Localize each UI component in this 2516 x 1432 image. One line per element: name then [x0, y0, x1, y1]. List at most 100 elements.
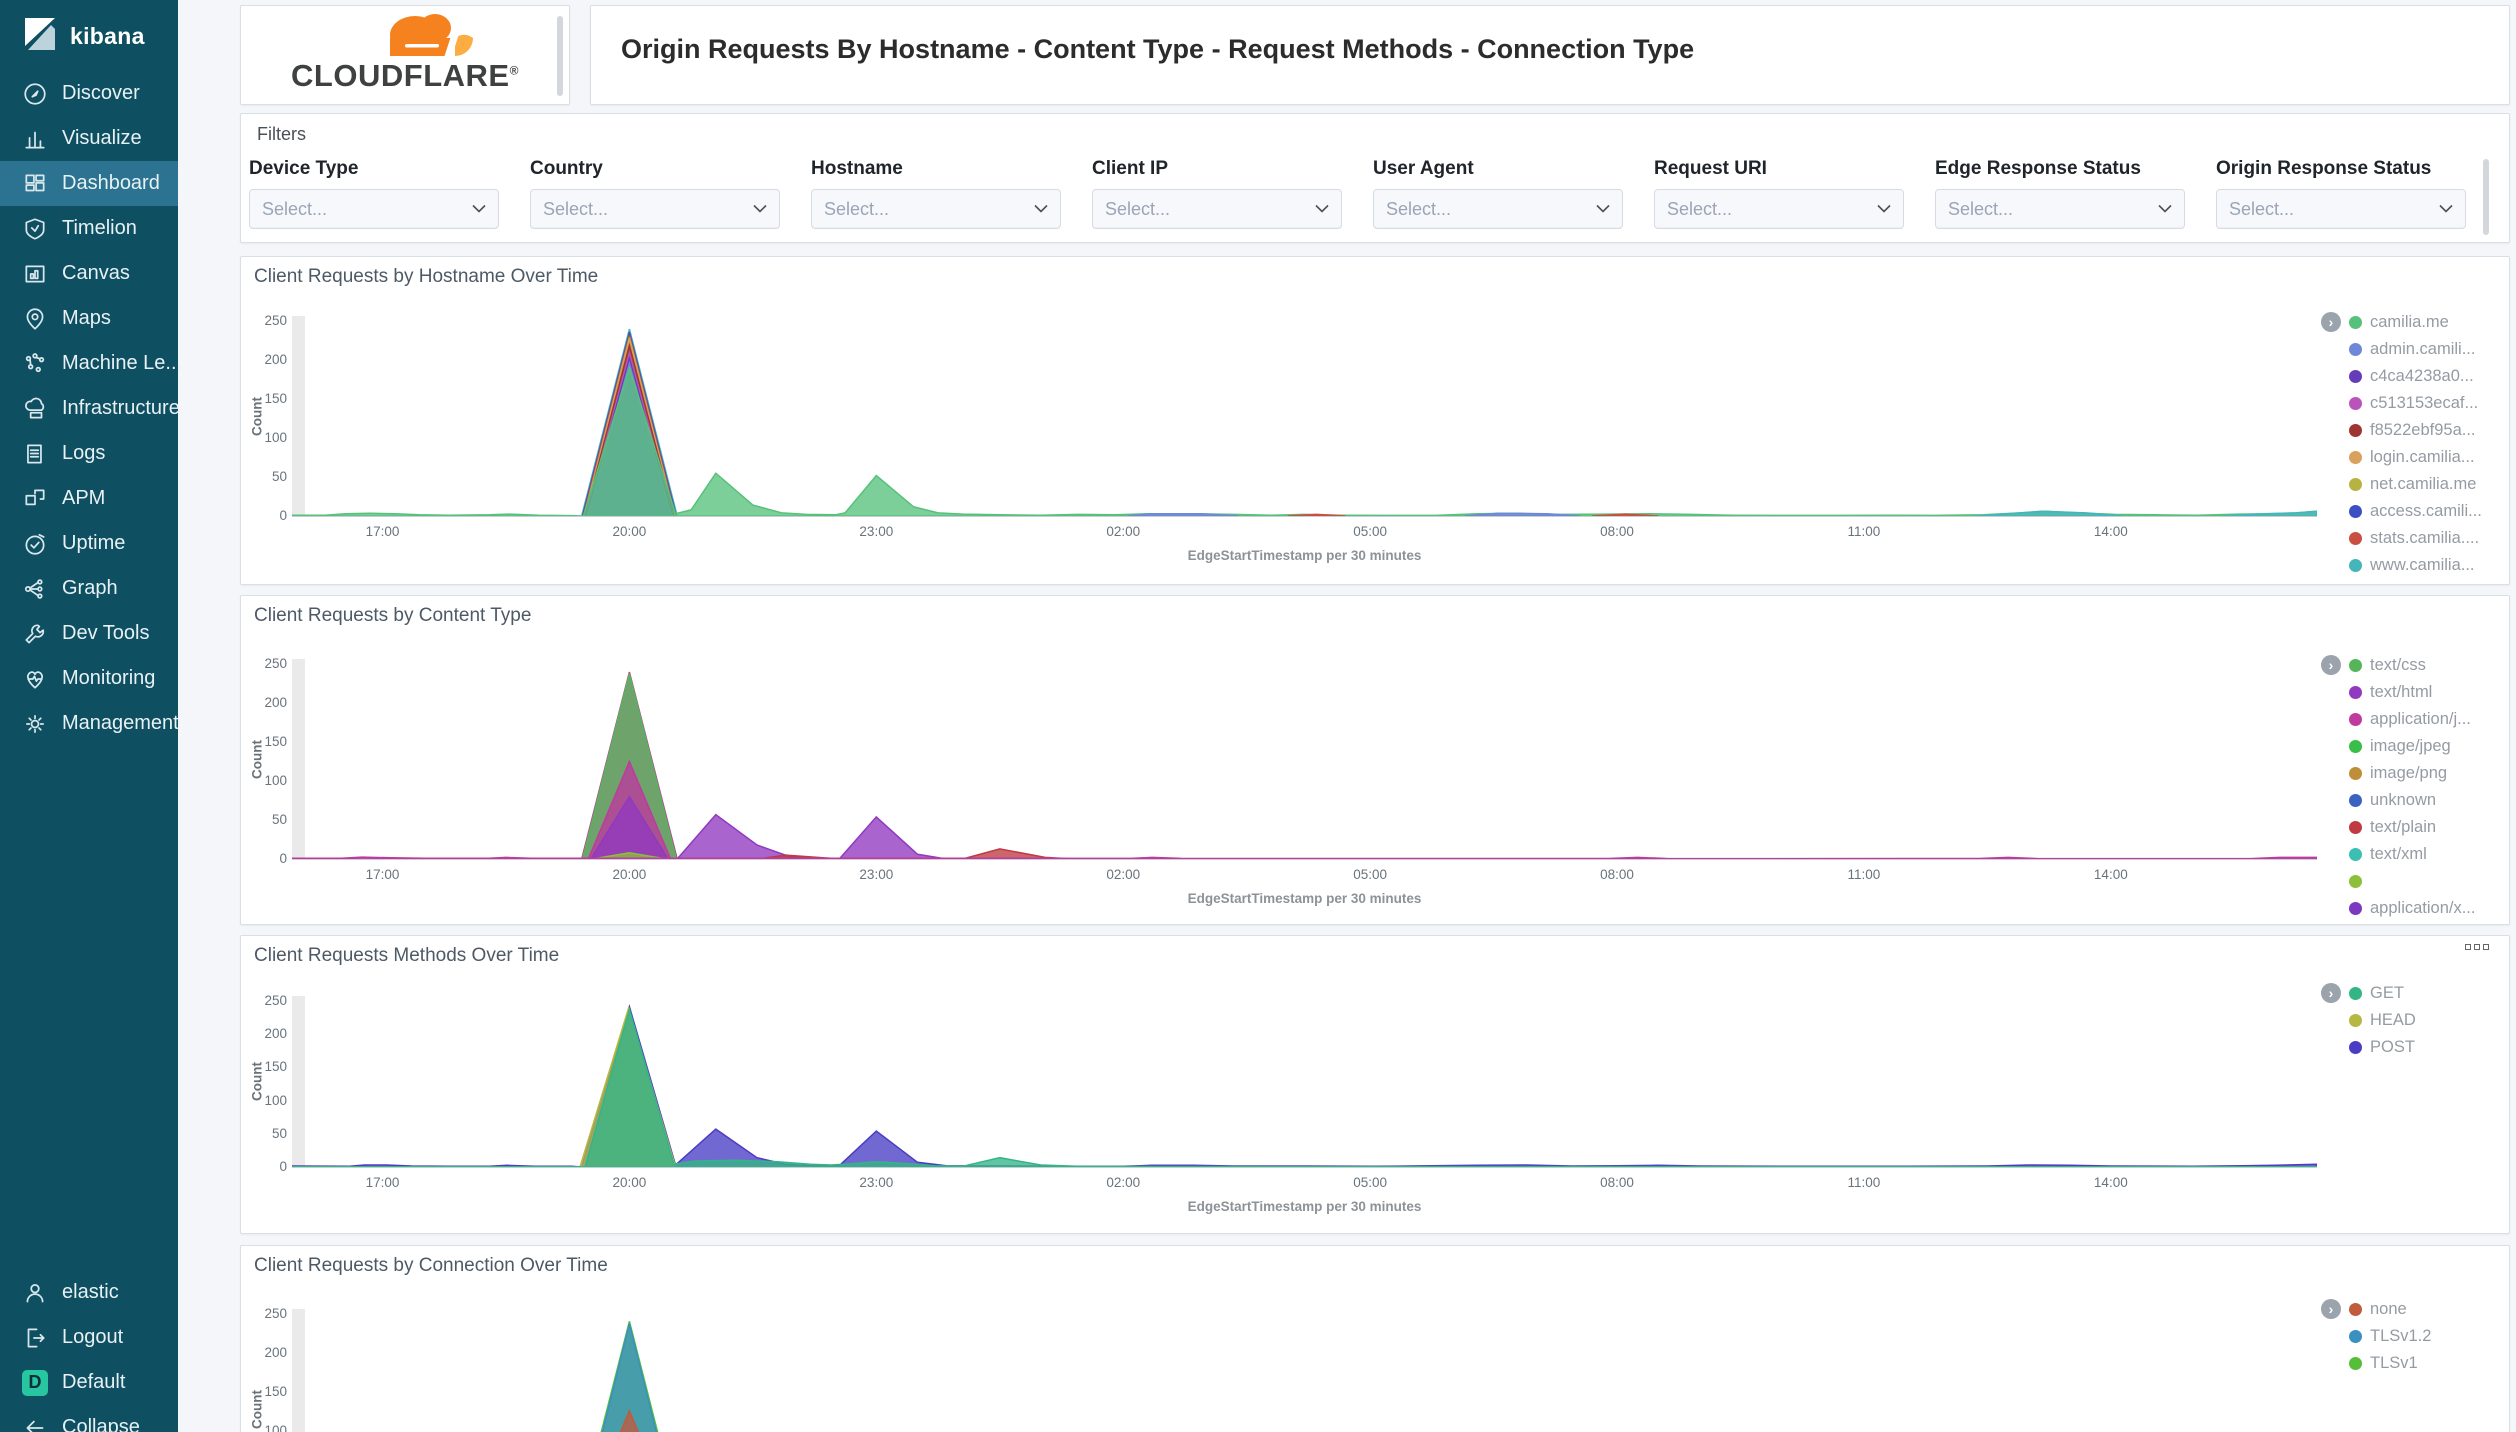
space-default-badge: D: [22, 1369, 48, 1396]
sidebar-item-discover[interactable]: Discover: [0, 71, 178, 116]
filter-select[interactable]: Select...: [530, 189, 780, 229]
sidebar-item-graph[interactable]: Graph: [0, 566, 178, 611]
brand-panel-scrollbar[interactable]: [557, 16, 563, 96]
cloudflare-brand-panel: CLOUDFLARE®: [240, 5, 570, 105]
sidebar-footer-default[interactable]: D Default: [0, 1360, 178, 1405]
sidebar-item-monitoring[interactable]: Monitoring: [0, 656, 178, 701]
dashboard-main: CLOUDFLARE® Origin Requests By Hostname …: [178, 0, 2516, 1432]
y-axis-tick: 250: [264, 992, 287, 1008]
legend-color-dot: [2349, 370, 2362, 383]
sidebar-item-maps[interactable]: Maps: [0, 296, 178, 341]
legend-item[interactable]: text/xml: [2349, 841, 2475, 868]
legend-label: application/x...: [2370, 899, 2476, 917]
sidebar-item-apm[interactable]: APM: [0, 476, 178, 521]
chart-panel-3: Client Requests Methods Over Time 0 50 100 1…: [240, 935, 2510, 1234]
sidebar-item-label: Canvas: [62, 262, 130, 284]
sidebar-item-visualize[interactable]: Visualize: [0, 116, 178, 161]
legend-item[interactable]: image/png: [2349, 760, 2475, 787]
sidebar-footer-logout[interactable]: Logout: [0, 1315, 178, 1360]
legend-toggle-icon[interactable]: ›: [2321, 312, 2341, 332]
chart-panel-1: Client Requests by Hostname Over Time 0 50…: [240, 256, 2510, 585]
legend-item[interactable]: f8522ebf95a...: [2349, 417, 2482, 444]
partial-bucket-endzone: [292, 659, 305, 859]
legend-color-dot: [2349, 767, 2362, 780]
select-placeholder: Select...: [824, 198, 890, 219]
filter-select[interactable]: Select...: [1092, 189, 1342, 229]
sidebar-item-label: Logs: [62, 442, 106, 464]
y-axis-tick: 250: [264, 1306, 287, 1322]
legend-color-dot: [2349, 316, 2362, 329]
panel-options-menu-icon[interactable]: [2465, 944, 2489, 950]
legend-color-dot: [2349, 1303, 2362, 1316]
legend-label: image/jpeg: [2370, 737, 2451, 755]
sidebar-item-timelion[interactable]: Timelion: [0, 206, 178, 251]
x-axis-tick: 02:00: [1106, 524, 1141, 539]
legend-item[interactable]: admin.camili...: [2349, 336, 2482, 363]
legend-toggle-icon[interactable]: ›: [2321, 655, 2341, 675]
x-axis-tick: 05:00: [1353, 524, 1388, 539]
legend-item[interactable]: TLSv1.2: [2349, 1323, 2431, 1350]
filter-select[interactable]: Select...: [811, 189, 1061, 229]
y-axis-tick: 200: [264, 695, 287, 711]
filter-label: Edge Response Status: [1935, 158, 2141, 179]
legend-color-dot: [2349, 987, 2362, 1000]
legend-color-dot: [2349, 1041, 2362, 1054]
legend-item[interactable]: c4ca4238a0...: [2349, 363, 2482, 390]
legend-color-dot: [2349, 1014, 2362, 1027]
x-axis-tick: 23:00: [859, 1175, 894, 1190]
x-axis-tick: 05:00: [1353, 1175, 1388, 1190]
legend-item[interactable]: unknown: [2349, 787, 2475, 814]
legend-item[interactable]: application/x...: [2349, 895, 2475, 922]
legend-item[interactable]: HEAD: [2349, 1007, 2416, 1034]
sidebar-item-dev-tools[interactable]: Dev Tools: [0, 611, 178, 656]
legend-item[interactable]: net.camilia.me: [2349, 471, 2482, 498]
legend-item[interactable]: POST: [2349, 1034, 2416, 1061]
select-placeholder: Select...: [543, 198, 609, 219]
legend-item[interactable]: text/plain: [2349, 814, 2475, 841]
filters-panel-scrollbar[interactable]: [2483, 159, 2489, 235]
legend-toggle-icon[interactable]: ›: [2321, 1299, 2341, 1319]
legend-item[interactable]: login.camilia...: [2349, 444, 2482, 471]
legend-label: stats.camilia....: [2370, 529, 2480, 547]
sidebar-footer-collapse[interactable]: Collapse: [0, 1405, 178, 1432]
legend-item[interactable]: c513153ecaf...: [2349, 390, 2482, 417]
x-axis-tick: 11:00: [1847, 867, 1881, 882]
filter-select[interactable]: Select...: [2216, 189, 2466, 229]
legend-item[interactable]: none: [2349, 1296, 2431, 1323]
sidebar-item-infrastructure[interactable]: Infrastructure: [0, 386, 180, 431]
sidebar-footer-label: Logout: [62, 1326, 124, 1348]
filter-select[interactable]: Select...: [1935, 189, 2185, 229]
y-axis-tick: 250: [264, 313, 287, 329]
x-axis-title: EdgeStartTimestamp per 30 minutes: [1187, 548, 1422, 563]
legend-item[interactable]: application/j...: [2349, 706, 2475, 733]
sidebar-item-uptime[interactable]: Uptime: [0, 521, 178, 566]
kibana-logo-row[interactable]: kibana: [0, 0, 178, 71]
legend-item[interactable]: www.camilia...: [2349, 552, 2482, 579]
sidebar-item-label: Timelion: [62, 217, 137, 239]
sidebar-item-machine-le[interactable]: Machine Le...: [0, 341, 182, 386]
sidebar-item-canvas[interactable]: Canvas: [0, 251, 178, 296]
select-placeholder: Select...: [1948, 198, 2014, 219]
sidebar-item-management[interactable]: Management: [0, 701, 179, 746]
legend-item[interactable]: text/html: [2349, 679, 2475, 706]
filter-select[interactable]: Select...: [1373, 189, 1623, 229]
legend-item[interactable]: TLSv1: [2349, 1350, 2431, 1377]
legend-item[interactable]: stats.camilia....: [2349, 525, 2482, 552]
filter-select[interactable]: Select...: [1654, 189, 1904, 229]
sidebar-item-dashboard[interactable]: Dashboard: [0, 161, 178, 206]
legend-label: access.camili...: [2370, 502, 2482, 520]
sidebar-footer-elastic[interactable]: elastic: [0, 1270, 178, 1315]
legend-item[interactable]: camilia.me: [2349, 309, 2482, 336]
monitoring-icon: [22, 666, 48, 692]
compass-icon: [22, 81, 48, 107]
filter-select[interactable]: Select...: [249, 189, 499, 229]
chevron-down-icon: [472, 200, 486, 218]
legend-item[interactable]: access.camili...: [2349, 498, 2482, 525]
legend-item[interactable]: text/css: [2349, 652, 2475, 679]
sidebar-item-logs[interactable]: Logs: [0, 431, 178, 476]
legend-item[interactable]: [2349, 868, 2475, 895]
legend-item[interactable]: GET: [2349, 980, 2416, 1007]
legend-toggle-icon[interactable]: ›: [2321, 983, 2341, 1003]
uptime-icon: [22, 531, 48, 557]
legend-item[interactable]: image/jpeg: [2349, 733, 2475, 760]
